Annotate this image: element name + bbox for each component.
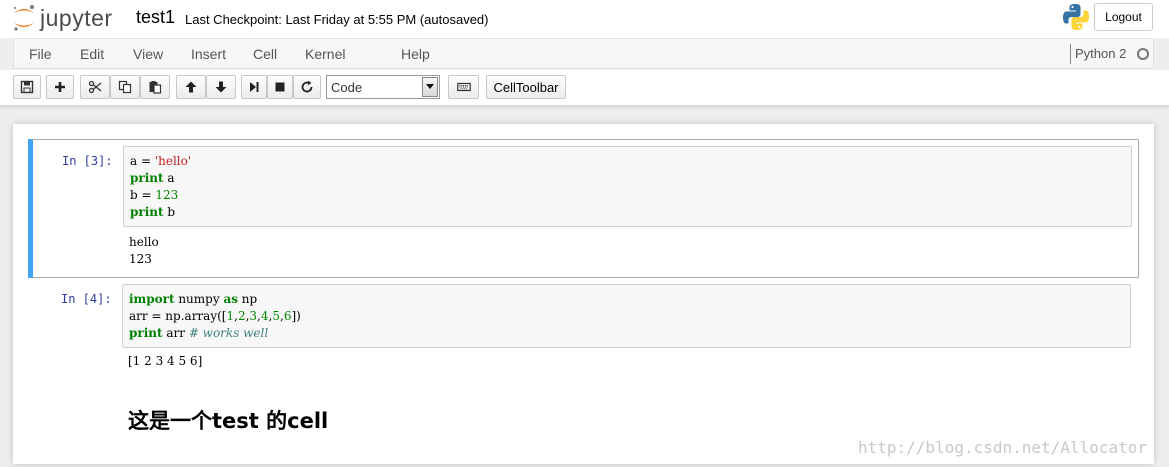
menu-edit[interactable]: Edit [80,46,104,62]
insert-cell-button[interactable] [46,75,74,99]
output-line: hello [129,235,159,249]
menu-cell[interactable]: Cell [253,46,277,62]
cell-output: hello 123 [129,234,159,268]
selected-cell-indicator [28,139,33,278]
save-icon [20,80,34,94]
code-line: arr = np.array([1,2,3,4,5,6]) [129,309,301,323]
menubar: File Edit View Insert Cell Kernel Help P… [13,38,1154,69]
checkpoint-status: Last Checkpoint: Last Friday at 5:55 PM … [185,12,489,27]
markdown-heading[interactable]: 这是一个test 的cell [128,405,328,435]
jupyter-logo-icon [13,5,34,31]
save-button[interactable] [13,75,41,99]
kernel-separator [1070,44,1071,64]
logo-text: jupyter [40,4,113,31]
input-prompt: In [4]: [61,292,112,306]
code-input[interactable]: a = 'hello' print a b = 123 print b [123,146,1132,227]
code-cell-selected[interactable]: In [3]: a = 'hello' print a b = 123 prin… [28,139,1139,278]
cut-button[interactable] [80,75,110,99]
notebook-name[interactable]: test1 [136,7,175,28]
command-palette-button[interactable] [448,75,479,99]
scissors-icon [88,80,102,94]
cell-output: [1 2 3 4 5 6] [128,353,202,370]
dropdown-arrow-icon[interactable] [422,77,438,97]
menu-insert[interactable]: Insert [191,46,226,62]
output-line: 123 [129,252,152,266]
cell-type-select[interactable]: Code [326,75,440,99]
arrow-down-icon [215,81,227,93]
kernel-name: Python 2 [1075,46,1127,61]
paste-icon [149,81,162,94]
celltoolbar-button[interactable]: CellToolbar [486,75,566,99]
header: jupyter test1 Last Checkpoint: Last Frid… [0,0,1169,38]
move-down-button[interactable] [206,75,236,99]
paste-button[interactable] [140,75,170,99]
notebook-container: In [3]: a = 'hello' print a b = 123 prin… [13,124,1154,464]
interrupt-kernel-button[interactable] [267,75,293,99]
cell-type-value: Code [331,80,363,95]
code-line: print a [130,171,175,185]
keyboard-icon [456,82,471,92]
code-cell[interactable]: In [4]: import numpy as np arr = np.arra… [28,282,1139,378]
logout-button[interactable]: Logout [1094,3,1153,31]
menu-help[interactable]: Help [401,46,430,62]
code-line: print arr # works well [129,326,269,340]
plus-icon [55,82,65,92]
restart-kernel-button[interactable] [293,75,321,99]
copy-button[interactable] [110,75,140,99]
menu-kernel[interactable]: Kernel [305,46,345,62]
toolbar: Code CellToolbar [0,70,1169,106]
refresh-icon [301,80,313,93]
code-line: print b [130,205,176,219]
input-prompt: In [3]: [62,154,113,168]
copy-icon [118,80,132,94]
jupyter-logo[interactable]: jupyter [12,4,113,32]
arrow-up-icon [185,81,197,93]
kernel-idle-indicator-icon [1137,48,1149,60]
run-cell-button[interactable] [241,75,267,99]
code-line: a = 'hello' [130,154,192,168]
watermark: http://blog.csdn.net/Allocator [858,438,1147,457]
move-up-button[interactable] [176,75,206,99]
step-forward-icon [250,82,259,92]
code-line: import numpy as np [129,292,258,306]
stop-icon [275,82,285,92]
python-icon [1063,4,1089,30]
menu-file[interactable]: File [29,46,52,62]
output-line: [1 2 3 4 5 6] [128,354,203,368]
code-line: b = 123 [130,188,179,202]
menu-view[interactable]: View [133,46,163,62]
code-input[interactable]: import numpy as np arr = np.array([1,2,3… [122,284,1131,348]
